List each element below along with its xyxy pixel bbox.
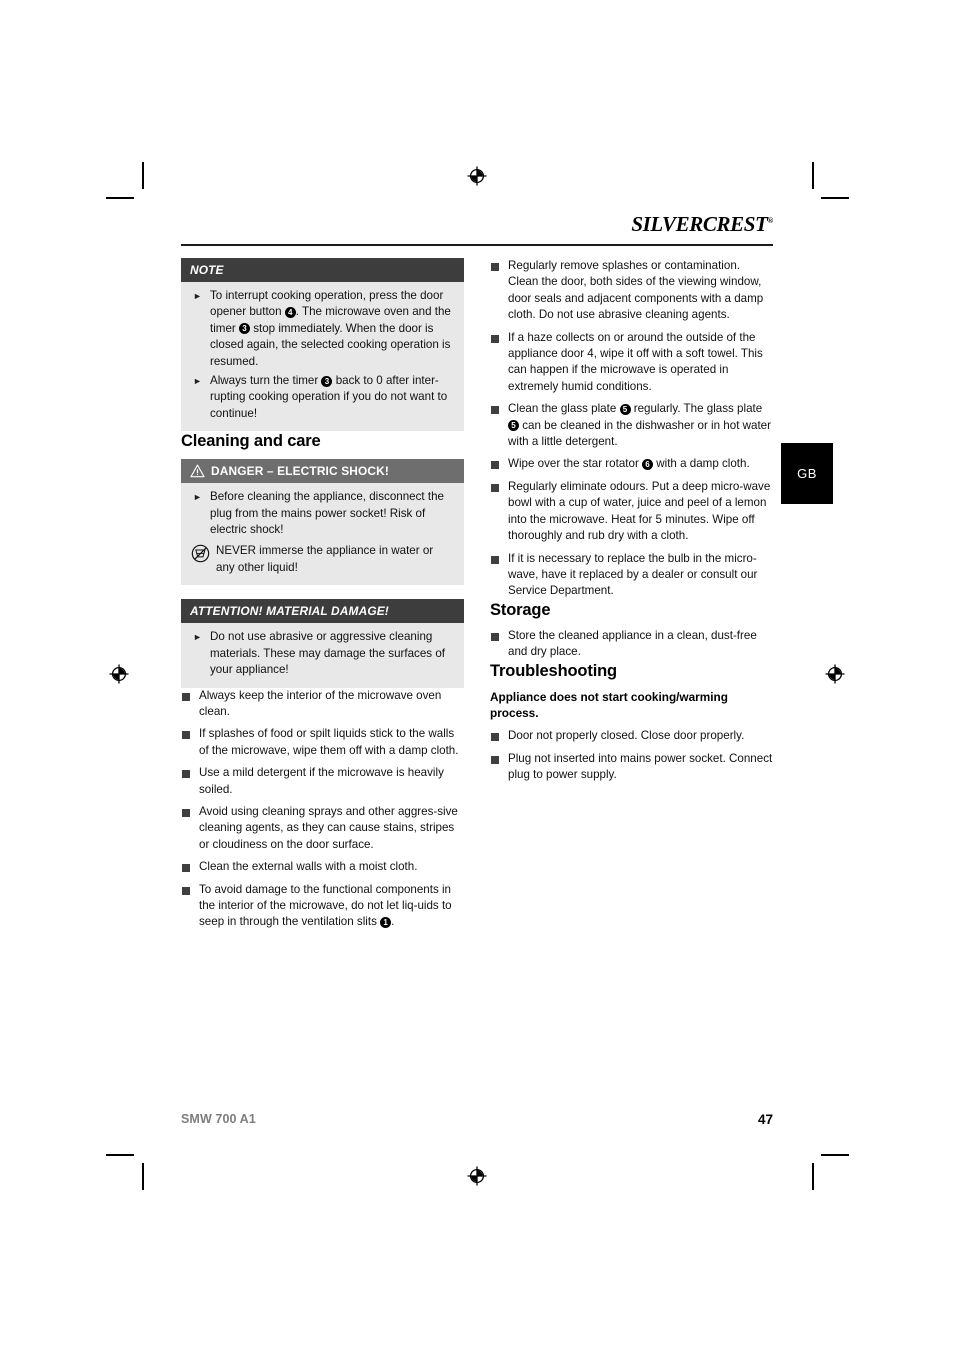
troubleshooting-bullet-list: Door not properly closed. Close door pro…: [490, 728, 773, 783]
list-item: Before cleaning the appliance, disconnec…: [191, 489, 454, 538]
list-item: Clean the external walls with a moist cl…: [181, 859, 464, 875]
cleaning-bullet-list: Always keep the interior of the microwav…: [181, 688, 464, 931]
list-item: Door not properly closed. Close door pro…: [490, 728, 773, 744]
left-column: NOTE To interrupt cooking operation, pre…: [181, 258, 464, 931]
registration-mark-left: [109, 664, 129, 684]
attention-callout-title: ATTENTION! MATERIAL DAMAGE!: [190, 604, 389, 619]
brand-header: SILVERCREST®: [181, 212, 773, 246]
circled-number-3: 3: [321, 375, 333, 387]
registration-mark-top: [467, 166, 487, 186]
crop-mark-bottom-left-horizontal: [106, 1154, 134, 1156]
storage-bullet-list: Store the cleaned appliance in a clean, …: [490, 628, 773, 661]
list-item: Clean the glass plate 5 regularly. The g…: [490, 401, 773, 450]
circled-number-5: 5: [508, 420, 519, 432]
no-immersion-warning: NEVER immerse the appliance in water or …: [191, 543, 454, 576]
list-item: Wipe over the star rotator 6 with a damp…: [490, 456, 773, 472]
attention-callout-header: ATTENTION! MATERIAL DAMAGE!: [181, 599, 464, 624]
list-item: Always turn the timer 3 back to 0 after …: [191, 373, 454, 422]
list-item: To interrupt cooking operation, press th…: [191, 287, 454, 370]
crop-mark-bottom-right-horizontal: [821, 1154, 849, 1156]
troubleshooting-subheading: Appliance does not start cooking/warming…: [490, 689, 728, 720]
attention-items-list: Do not use abrasive or aggressive cleani…: [191, 629, 454, 678]
note-callout-header: NOTE: [181, 258, 464, 282]
page-title-storage: Storage: [490, 600, 551, 619]
danger-callout: DANGER – ELECTRIC SHOCK! Before cleaning…: [181, 459, 464, 586]
warning-triangle-icon: [190, 464, 205, 478]
page-content: SILVERCREST® NOTE To interrupt cooking o…: [181, 212, 773, 1142]
brand-name-crest: CREST: [702, 212, 768, 236]
crop-mark-top-right-horizontal: [821, 197, 849, 199]
circled-number-5: 5: [619, 403, 631, 415]
right-column: Regularly remove splashes or contaminati…: [490, 258, 773, 931]
page-title-cleaning-and-care: Cleaning and care: [181, 432, 321, 451]
attention-callout-body: Do not use abrasive or aggressive cleani…: [181, 623, 464, 688]
registration-mark-right: [825, 664, 845, 684]
no-immersion-text: NEVER immerse the appliance in water or …: [216, 544, 434, 574]
two-column-layout: NOTE To interrupt cooking operation, pre…: [181, 258, 773, 931]
circled-number-6: 6: [642, 458, 654, 470]
list-item: Avoid using cleaning sprays and other ag…: [181, 804, 464, 853]
danger-callout-header: DANGER – ELECTRIC SHOCK!: [181, 459, 464, 484]
danger-items-list: Before cleaning the appliance, disconnec…: [191, 489, 454, 538]
crop-mark-bottom-left-vertical: [142, 1163, 144, 1190]
language-tab-label: GB: [797, 466, 817, 481]
header-divider-rule: [181, 244, 773, 246]
note-callout-body: To interrupt cooking operation, press th…: [181, 282, 464, 432]
crop-mark-top-right-vertical: [812, 162, 814, 189]
footer-model-number: SMW 700 A1: [181, 1112, 256, 1126]
danger-callout-title: DANGER – ELECTRIC SHOCK!: [211, 464, 390, 479]
note-callout: NOTE To interrupt cooking operation, pre…: [181, 258, 464, 432]
care-bullet-list: Regularly remove splashes or contaminati…: [490, 258, 773, 600]
silvercrest-logo: SILVERCREST®: [631, 212, 773, 237]
attention-callout: ATTENTION! MATERIAL DAMAGE! Do not use a…: [181, 599, 464, 688]
crop-mark-top-left-vertical: [142, 162, 144, 189]
list-item: Use a mild detergent if the microwave is…: [181, 765, 464, 798]
circled-number-4: 4: [284, 306, 296, 318]
note-callout-title: NOTE: [190, 263, 224, 277]
list-item: Always keep the interior of the microwav…: [181, 688, 464, 721]
brand-name-silver: SILVER: [631, 212, 703, 236]
registered-trademark-icon: ®: [767, 216, 773, 225]
registration-mark-bottom: [467, 1166, 487, 1186]
page-title-troubleshooting: Troubleshooting: [490, 661, 617, 680]
crop-mark-top-left-horizontal: [106, 197, 134, 199]
list-item: If splashes of food or spilt liquids sti…: [181, 726, 464, 759]
circled-number-3: 3: [238, 323, 250, 335]
list-item: Do not use abrasive or aggressive cleani…: [191, 629, 454, 678]
no-immersion-icon: [191, 545, 210, 563]
list-item: Plug not inserted into mains power socke…: [490, 751, 773, 784]
list-item: Regularly remove splashes or contaminati…: [490, 258, 773, 324]
footer-page-number: 47: [757, 1112, 773, 1127]
list-item: Regularly eliminate odours. Put a deep m…: [490, 479, 773, 545]
circled-number-1: 1: [380, 916, 392, 928]
language-tab-gb: GB: [781, 443, 833, 504]
list-item: To avoid damage to the functional compon…: [181, 882, 464, 931]
crop-mark-bottom-right-vertical: [812, 1163, 814, 1190]
danger-callout-body: Before cleaning the appliance, disconnec…: [181, 483, 464, 586]
list-item: Store the cleaned appliance in a clean, …: [490, 628, 773, 661]
list-item: If it is necessary to replace the bulb i…: [490, 551, 773, 600]
list-item: If a haze collects on or around the outs…: [490, 330, 773, 396]
note-items-list: To interrupt cooking operation, press th…: [191, 287, 454, 422]
page-footer: SMW 700 A1 47: [181, 1112, 773, 1132]
